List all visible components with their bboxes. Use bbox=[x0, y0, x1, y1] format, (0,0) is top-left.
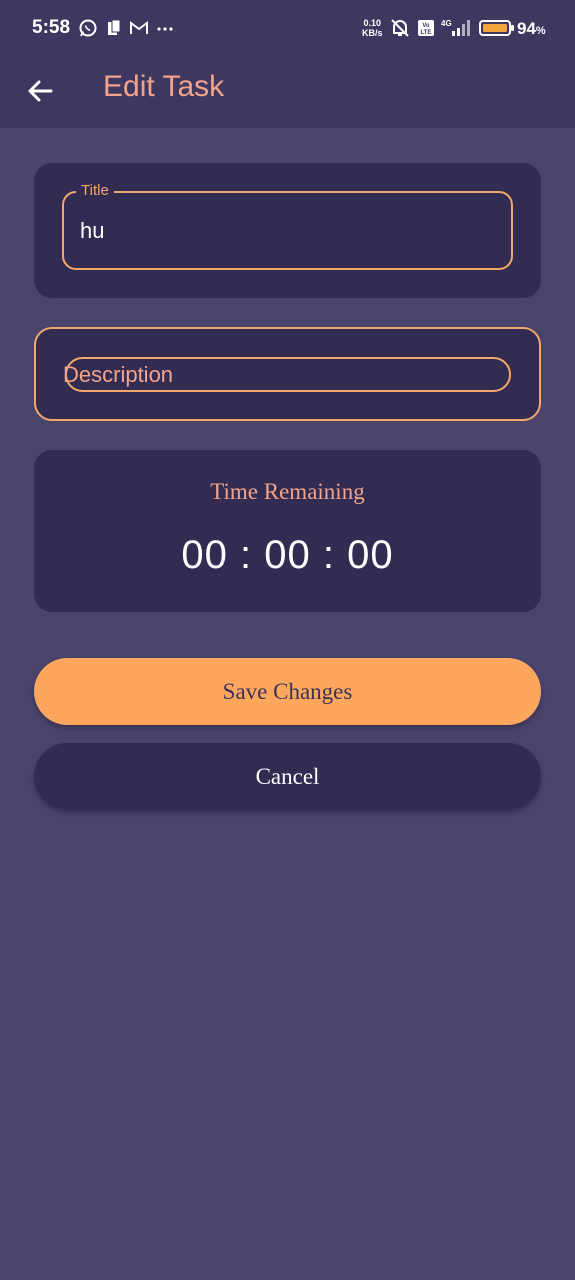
title-field[interactable]: Title hu bbox=[62, 182, 513, 270]
description-card: Description bbox=[34, 327, 541, 421]
network-speed-value: 0.10 bbox=[363, 18, 382, 28]
title-field-label: Title bbox=[76, 182, 114, 199]
time-remaining-value: 00 : 00 : 00 bbox=[181, 533, 394, 577]
timer-card: Time Remaining 00 : 00 : 00 bbox=[34, 450, 541, 612]
svg-text:LTE: LTE bbox=[421, 30, 432, 36]
alarm-off-icon bbox=[391, 19, 409, 37]
network-speed: 0.10 KB/s bbox=[362, 18, 383, 38]
time-remaining-label: Time Remaining bbox=[210, 479, 365, 504]
description-field[interactable]: Description bbox=[63, 357, 511, 392]
signal-icon: 4G bbox=[441, 19, 470, 36]
more-notifications-icon bbox=[157, 27, 173, 31]
page-title: Edit Task bbox=[103, 70, 225, 103]
battery-percent: 94% bbox=[517, 19, 546, 39]
sim-card-icon bbox=[108, 19, 121, 35]
battery-icon bbox=[479, 20, 514, 36]
network-speed-unit: KB/s bbox=[362, 28, 383, 38]
battery-percent-value: 94 bbox=[517, 19, 536, 38]
gmail-icon bbox=[130, 21, 148, 34]
cancel-button[interactable]: Cancel bbox=[34, 743, 541, 810]
status-time: 5:58 bbox=[32, 17, 71, 38]
battery-percent-sign: % bbox=[535, 25, 546, 37]
back-button[interactable] bbox=[20, 71, 60, 111]
status-bar: 5:58 0.10 KB/s Vo LTE 4G 94% bbox=[0, 0, 575, 58]
app-bar: Edit Task bbox=[0, 58, 575, 128]
arrow-left-icon bbox=[28, 80, 53, 102]
description-placeholder: Description bbox=[63, 362, 174, 387]
save-changes-button[interactable]: Save Changes bbox=[34, 658, 541, 725]
svg-text:4G: 4G bbox=[441, 19, 452, 28]
svg-text:Vo: Vo bbox=[422, 23, 430, 29]
whatsapp-icon bbox=[79, 19, 97, 37]
title-card: Title hu bbox=[34, 163, 541, 298]
title-field-value[interactable]: hu bbox=[80, 218, 104, 244]
volte-icon: Vo LTE bbox=[418, 20, 434, 36]
